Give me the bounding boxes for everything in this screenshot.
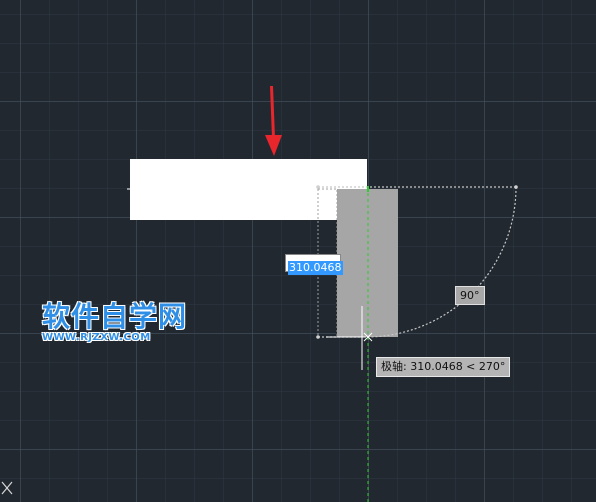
red-down-arrow-icon (265, 86, 282, 156)
grip-point[interactable] (514, 185, 518, 189)
dynamic-input-value: 310.0468 (288, 261, 343, 275)
grip-point[interactable] (316, 335, 320, 339)
watermark-title: 软件自学网 (42, 300, 188, 333)
grip-point[interactable] (316, 185, 320, 189)
cad-drawing-canvas[interactable]: 310.0468 90° 极轴: 310.0468 < 270° 软件自学网 W… (0, 0, 596, 502)
dynamic-input-field[interactable]: 310.0468 (285, 254, 343, 275)
watermark: 软件自学网 WWW.RJZXW.COM (42, 302, 187, 344)
watermark-url: WWW.RJZXW.COM (42, 332, 151, 343)
drawing-geometry (1, 86, 518, 502)
angle-tooltip: 90° (455, 286, 485, 305)
ucs-corner-icon (1, 481, 13, 495)
polar-tracking-tooltip: 极轴: 310.0468 < 270° (376, 357, 511, 377)
